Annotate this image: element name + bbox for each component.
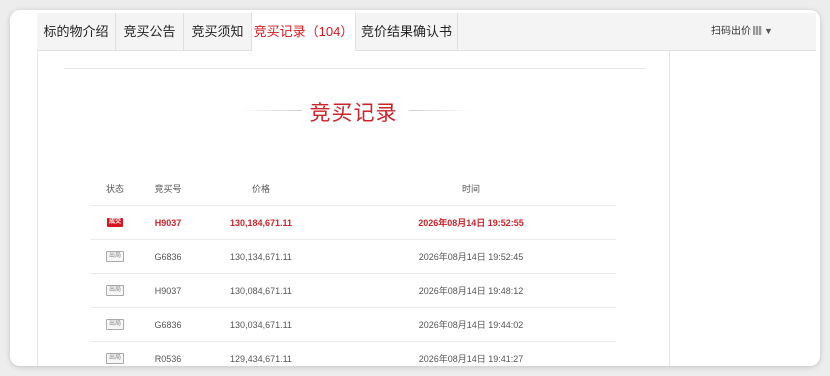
bid-time: 2026年08月14日 19:52:55 [418, 218, 524, 228]
bid-records-panel: 竞买记录 状态 竞买号 价格 时间 成交 H9037 130,184,671.1… [37, 51, 670, 366]
bid-time: 2026年08月14日 19:44:02 [418, 320, 524, 330]
table-row: 出局 H9037 130,084,671.11 2026年08月14日 19:4… [90, 274, 616, 308]
tab-result-confirmation[interactable]: 竞价结果确认书 [356, 13, 458, 50]
tab-bid-records[interactable]: 竞买记录（104） [252, 13, 356, 51]
bid-number: G6836 [154, 319, 182, 330]
tab-bar: 标的物介绍 竞买公告 竞买须知 竞买记录（104） 竞价结果确认书 扫码出价 ▼ [37, 13, 816, 51]
status-badge: 出局 [105, 285, 124, 296]
table-row: 出局 R0536 129,434,671.11 2026年08月14日 19:4… [90, 342, 616, 366]
bid-number: H9037 [154, 285, 182, 296]
title-decoration-right [409, 110, 471, 111]
scan-bid-button[interactable]: 扫码出价 ▼ [711, 13, 773, 50]
tab-item-intro[interactable]: 标的物介绍 [37, 13, 116, 50]
tab-announcement[interactable]: 竞买公告 [116, 13, 184, 50]
header-status: 状态 [105, 183, 124, 194]
section-title: 竞买记录 [309, 102, 398, 125]
header-price: 价格 [251, 183, 270, 194]
caret-down-icon: ▼ [764, 26, 773, 36]
tab-bidding-rules[interactable]: 竞买须知 [184, 13, 252, 50]
bid-price: 129,434,671.11 [230, 353, 292, 364]
status-badge: 出局 [105, 251, 124, 262]
bid-number: R0536 [154, 353, 182, 364]
status-badge: 出局 [105, 353, 124, 364]
header-time: 时间 [461, 183, 480, 194]
qr-code-icon [753, 26, 762, 35]
header-bid-number: 竞买号 [154, 183, 182, 194]
browser-window: 标的物介绍 竞买公告 竞买须知 竞买记录（104） 竞价结果确认书 扫码出价 ▼ … [10, 10, 820, 366]
bid-price: 130,084,671.11 [230, 285, 292, 296]
scan-bid-label: 扫码出价 [711, 26, 751, 37]
bid-records-table: 状态 竞买号 价格 时间 成交 H9037 130,184,671.11 202… [90, 171, 616, 366]
bid-time: 2026年08月14日 19:48:12 [418, 286, 524, 296]
bid-price: 130,034,671.11 [230, 319, 292, 330]
bid-number: H9037 [154, 217, 182, 228]
table-row: 出局 G6836 130,034,671.11 2026年08月14日 19:4… [90, 308, 616, 342]
bid-price: 130,184,671.11 [229, 217, 293, 228]
table-header: 状态 竞买号 价格 时间 [90, 171, 616, 206]
bid-number: G6836 [154, 251, 182, 262]
table-row: 出局 G6836 130,134,671.11 2026年08月14日 19:5… [90, 240, 616, 274]
status-badge: 出局 [105, 319, 124, 330]
table-row: 成交 H9037 130,184,671.11 2026年08月14日 19:5… [90, 206, 616, 240]
bid-time: 2026年08月14日 19:41:27 [418, 354, 524, 364]
bid-price: 130,134,671.11 [230, 251, 292, 262]
status-badge: 成交 [106, 218, 123, 227]
divider [64, 68, 646, 69]
bid-time: 2026年08月14日 19:52:45 [418, 252, 524, 262]
